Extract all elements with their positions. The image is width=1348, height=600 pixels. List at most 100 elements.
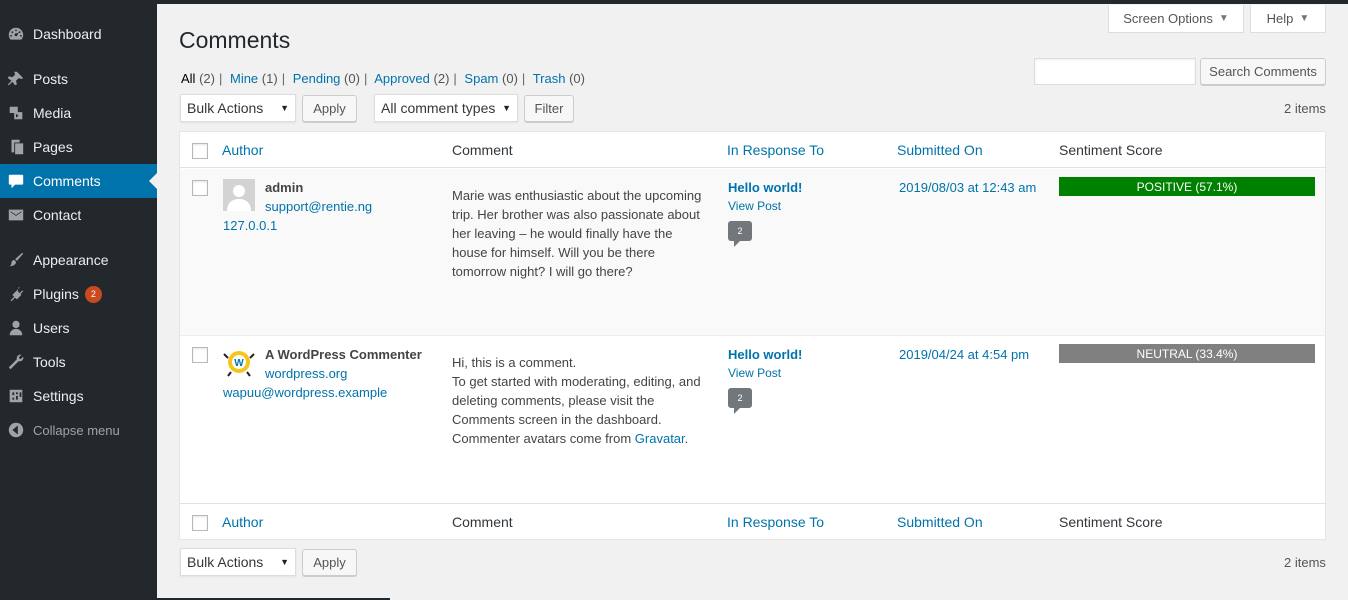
column-in-response-to[interactable]: In Response To [727,514,824,530]
author-email-link[interactable]: wapuu@wordpress.example [223,385,387,400]
response-post-link[interactable]: Hello world! [728,347,802,362]
items-count: 2 items [1284,101,1326,116]
filter-all[interactable]: All [181,71,195,86]
comment-line-text: Commenter avatars come from [452,431,632,446]
sidebar-item-contact[interactable]: Contact [0,198,157,232]
pin-icon [6,69,26,89]
sidebar-item-comments[interactable]: Comments [0,164,157,198]
comment-line: her leaving – he would finally have the [452,226,673,241]
page-title: Comments [179,27,291,53]
pages-icon [6,137,26,157]
filter-all-count: (2) [199,71,215,86]
comment-count-bubble[interactable]: 2 [728,221,752,247]
settings-icon [6,386,26,406]
sidebar-item-label: Settings [33,388,84,404]
sentiment-badge: POSITIVE (57.1%) [1059,177,1315,196]
row-checkbox[interactable] [192,347,208,363]
sidebar-item-posts[interactable]: Posts [0,62,157,96]
admin-bar [0,0,1348,4]
sidebar-item-dashboard[interactable]: Dashboard [0,17,157,51]
collapse-menu-label: Collapse menu [33,422,120,438]
bulk-actions-value: Bulk Actions [187,554,264,570]
search-comments-button[interactable]: Search Comments [1200,58,1326,85]
filter-approved[interactable]: Approved [374,71,430,86]
apply-button-bottom[interactable]: Apply [302,549,357,576]
media-icon [6,103,26,123]
apply-button[interactable]: Apply [302,95,357,122]
author-name: A WordPress Commenter [265,347,422,362]
select-all-checkbox-footer[interactable] [192,515,208,531]
search-input[interactable] [1034,58,1196,85]
author-ip-link[interactable]: 127.0.0.1 [223,218,277,233]
plugin-icon [6,284,26,304]
items-count-bottom: 2 items [1284,555,1326,570]
caret-down-icon: ▼ [1218,13,1229,24]
filter-spam[interactable]: Spam [464,71,498,86]
row-checkbox[interactable] [192,180,208,196]
column-sentiment-score: Sentiment Score [1059,142,1163,158]
column-author[interactable]: Author [222,142,263,158]
comment-text: Marie was enthusiastic about the upcomin… [452,186,712,281]
submitted-date-link[interactable]: 2019/08/03 at 12:43 am [899,180,1036,195]
author-url-link[interactable]: wordpress.org [265,366,347,381]
comment-icon [6,171,26,191]
column-comment: Comment [452,142,513,158]
dashboard-icon [6,24,26,44]
column-submitted-on[interactable]: Submitted On [897,514,983,530]
comment-line: To get started with moderating, editing,… [452,374,701,389]
sidebar-item-label: Plugins [33,286,79,302]
caret-down-icon: ▼ [502,103,511,113]
collapse-icon [6,420,26,440]
help-label: Help [1266,11,1294,26]
sidebar-item-label: Comments [33,173,101,189]
bulk-actions-select-bottom[interactable]: Bulk Actions ▼ [180,548,296,576]
comment-line: Hi, this is a comment. [452,355,577,370]
comment-status-filters: All (2) | Mine (1) | Pending (0) | Approved… [181,71,585,86]
caret-down-icon: ▼ [1299,13,1310,24]
filter-button[interactable]: Filter [524,95,574,122]
comment-count-bubble[interactable]: 2 [728,388,752,414]
submitted-date-link[interactable]: 2019/04/24 at 4:54 pm [899,347,1029,362]
table-footer: Author Comment In Response To Submitted … [180,503,1325,539]
sidebar-item-appearance[interactable]: Appearance [0,243,157,277]
sidebar-item-pages[interactable]: Pages [0,130,157,164]
help-button[interactable]: Help ▼ [1250,5,1326,33]
filter-mine[interactable]: Mine [230,71,258,86]
select-all-checkbox[interactable] [192,143,208,159]
view-post-link[interactable]: View Post [728,366,781,380]
response-post-link[interactable]: Hello world! [728,180,802,195]
gravatar-link[interactable]: Gravatar [635,431,685,446]
bulk-actions-select[interactable]: Bulk Actions ▼ [180,94,296,122]
table-row: W A WordPress Commenter wordpress.org wa… [180,335,1325,502]
filter-separator: | [281,71,286,86]
wrench-icon [6,352,26,372]
bulk-actions-value: Bulk Actions [187,100,264,116]
sidebar-item-plugins[interactable]: Plugins 2 [0,277,157,311]
screen-options-button[interactable]: Screen Options ▼ [1108,5,1244,33]
author-email-link[interactable]: support@rentie.ng [265,199,372,214]
column-in-response-to[interactable]: In Response To [727,142,824,158]
plugin-update-badge: 2 [84,285,102,303]
sidebar-item-label: Dashboard [33,26,102,42]
svg-text:W: W [234,358,244,369]
filter-pending[interactable]: Pending [293,71,341,86]
sidebar-item-tools[interactable]: Tools [0,345,157,379]
sidebar-item-label: Contact [33,207,82,223]
avatar: W [223,346,255,378]
view-post-link[interactable]: View Post [728,199,781,213]
column-submitted-on[interactable]: Submitted On [897,142,983,158]
comment-line: trip. Her brother was also passionate ab… [452,207,700,222]
table-row: admin support@rentie.ng 127.0.0.1 Marie … [180,169,1325,335]
sidebar-item-label: Tools [33,354,66,370]
comment-line: Comments screen in the dashboard. [452,412,662,427]
filter-trash[interactable]: Trash [533,71,566,86]
screen-options-label: Screen Options [1123,11,1213,26]
sidebar-item-users[interactable]: Users [0,311,157,345]
comment-types-select[interactable]: All comment types ▼ [374,94,518,122]
column-author[interactable]: Author [222,514,263,530]
comment-line-end: . [684,431,689,446]
sidebar-item-label: Posts [33,71,69,87]
sidebar-item-settings[interactable]: Settings [0,379,157,413]
sidebar-item-media[interactable]: Media [0,96,157,130]
collapse-menu-button[interactable]: Collapse menu [0,413,157,447]
